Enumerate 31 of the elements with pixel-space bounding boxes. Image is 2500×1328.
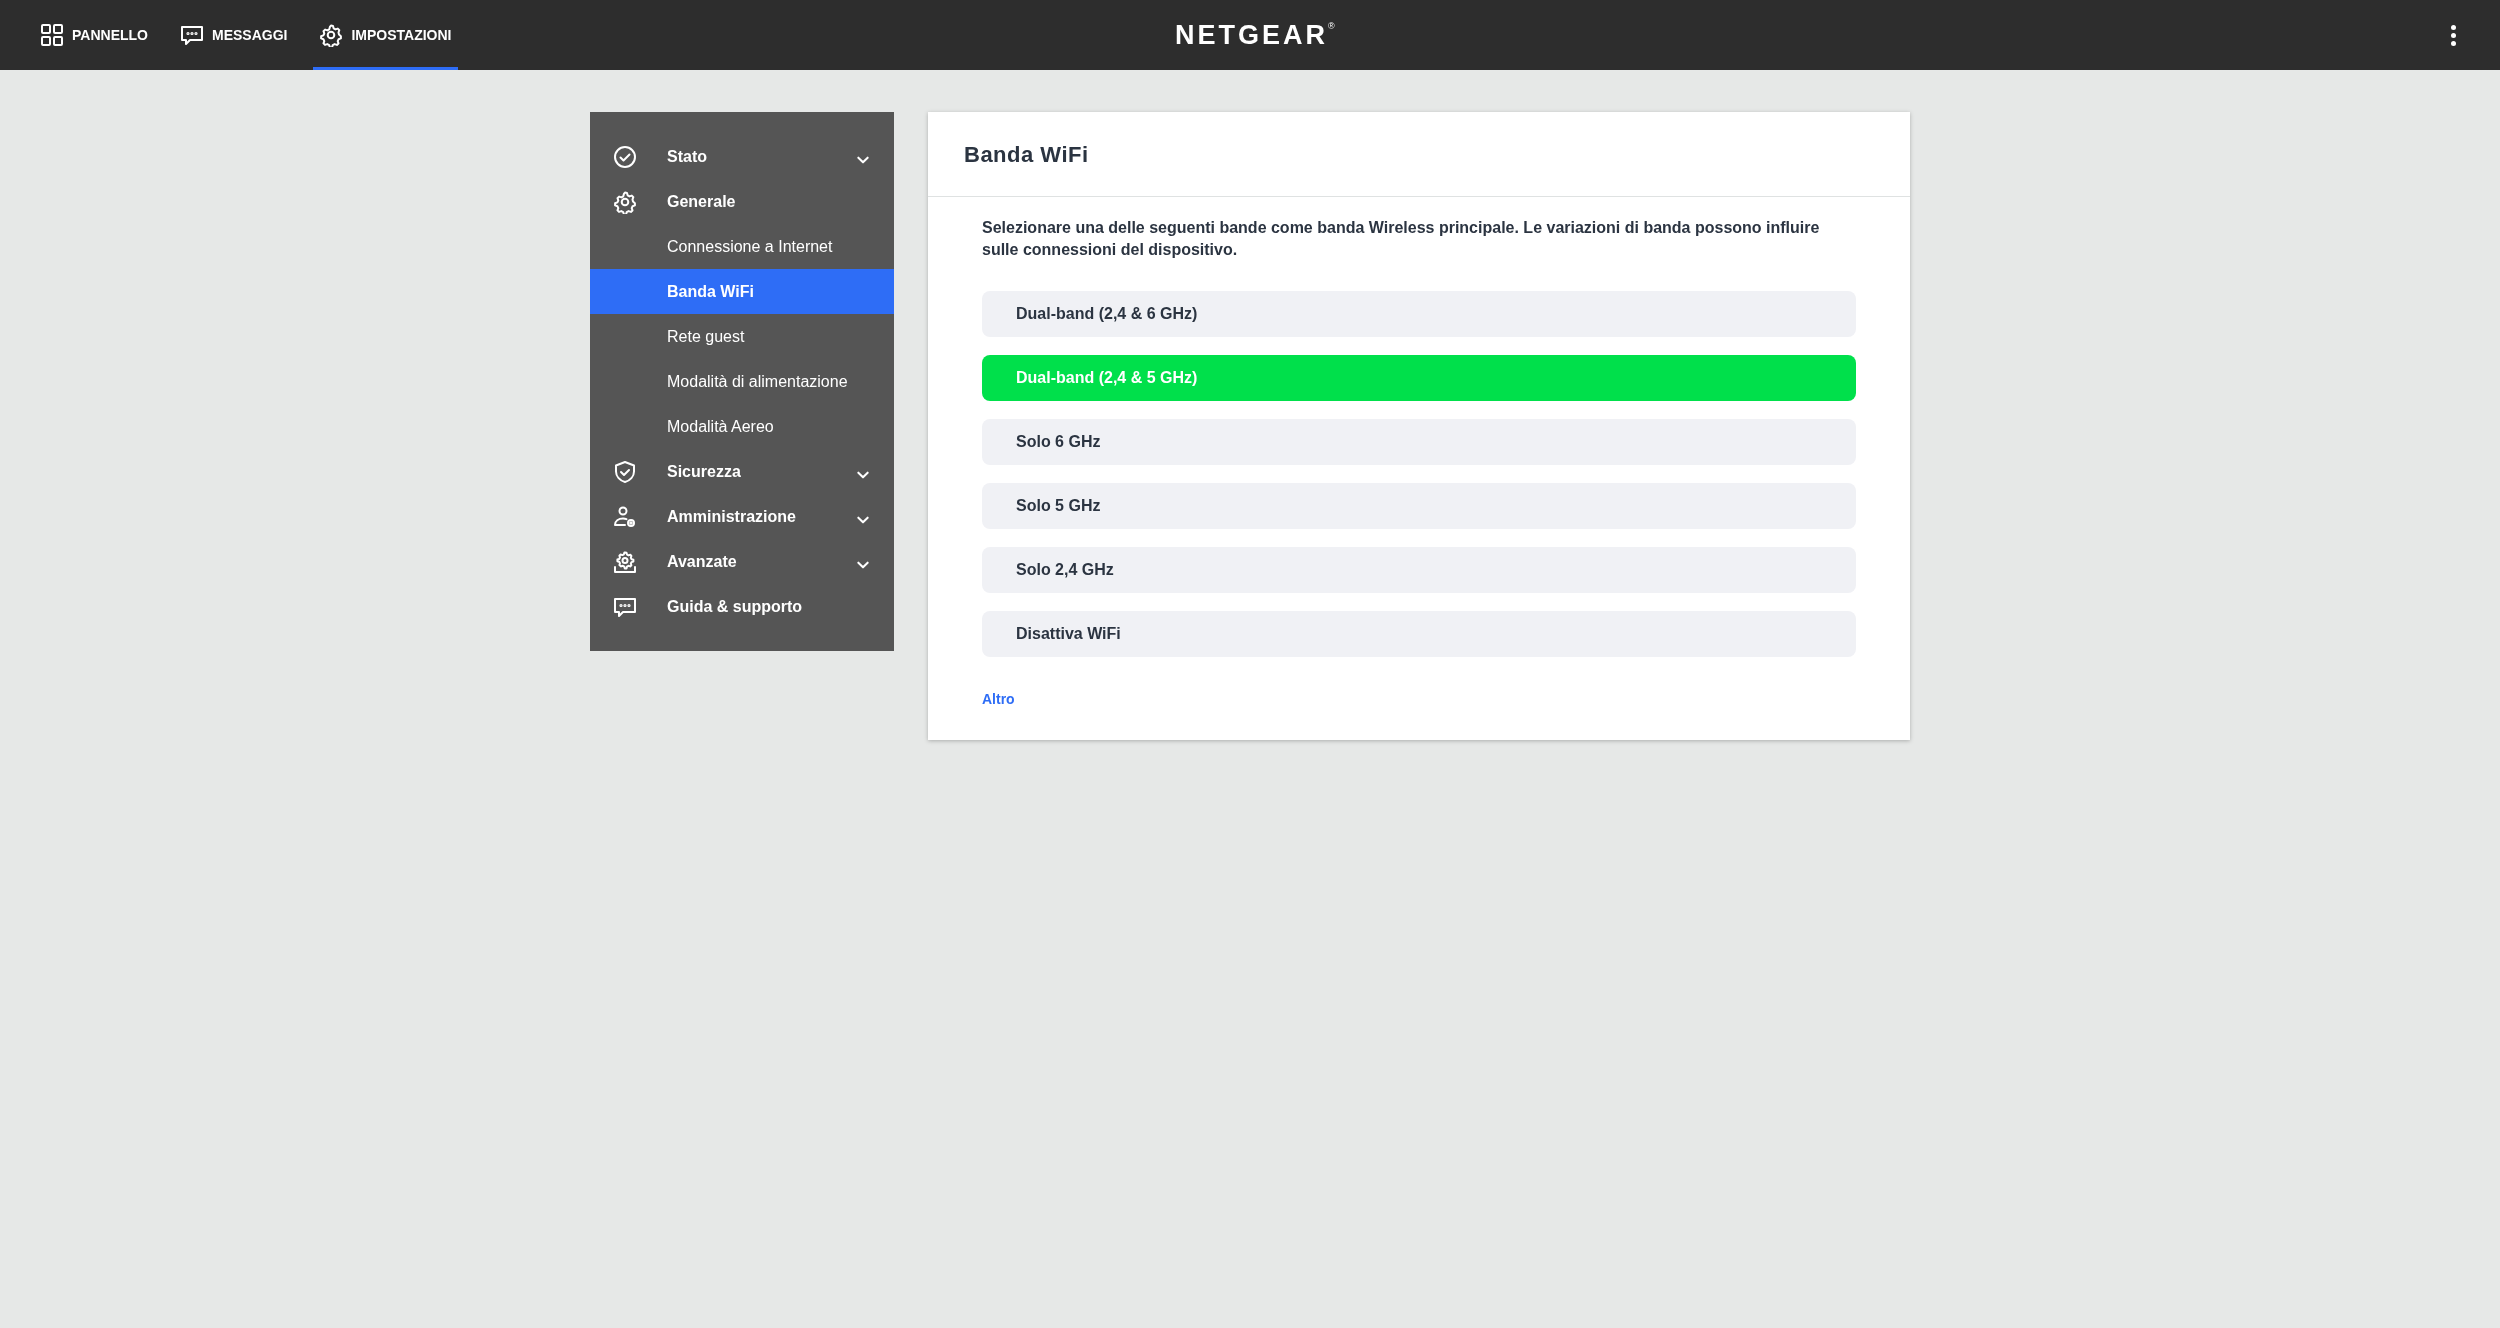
netgear-logo: NETGEAR® [1175, 22, 1335, 49]
gear-tray-icon [613, 549, 637, 574]
user-gear-icon [613, 504, 637, 529]
shield-check-icon [613, 459, 637, 484]
menu-item[interactable]: Rete guest [590, 314, 894, 359]
menu-item[interactable]: Avanzate [590, 539, 894, 584]
check-circle-icon [613, 144, 637, 169]
menu-item[interactable]: Guida & supporto [590, 584, 894, 629]
grid-icon [40, 23, 64, 47]
menu-item[interactable]: Modalità di alimentazione [590, 359, 894, 404]
description-text: Selezionare una delle seguenti bande come banda Wireless principale. Le variazioni di banda possono influire sulle connessioni del dispositivo. [982, 218, 1821, 260]
message-icon [179, 23, 204, 47]
nav-tab[interactable]: MESSAGGI [173, 0, 294, 70]
band-option[interactable]: Solo 5 GHz [982, 483, 1856, 529]
menu-item[interactable]: Amministrazione [590, 494, 894, 539]
more-link[interactable]: Altro [982, 689, 1015, 710]
menu-item[interactable]: Generale [590, 179, 894, 224]
menu-item[interactable]: Connessione a Internet [590, 224, 894, 269]
nav-tab[interactable]: PANNELLO [34, 0, 154, 70]
selected-menu-item[interactable]: Banda WiFi [590, 269, 894, 314]
menu-item[interactable]: Sicurezza [590, 449, 894, 494]
band-option[interactable]: Disattiva WiFi [982, 611, 1856, 657]
settings-icon [319, 23, 344, 47]
band-option[interactable]: Dual-band (2,4 & 6 GHz) [982, 291, 1856, 337]
band-option[interactable]: Solo 2,4 GHz [982, 547, 1856, 593]
card-title: Banda WiFi [964, 140, 1089, 169]
menu-item[interactable]: Modalità Aereo [590, 404, 894, 449]
nav-tab[interactable]: IMPOSTAZIONI [313, 0, 458, 70]
menu-item[interactable]: Stato [590, 134, 894, 179]
band-option[interactable]: Solo 6 GHz [982, 419, 1856, 465]
settings-icon [613, 189, 637, 214]
